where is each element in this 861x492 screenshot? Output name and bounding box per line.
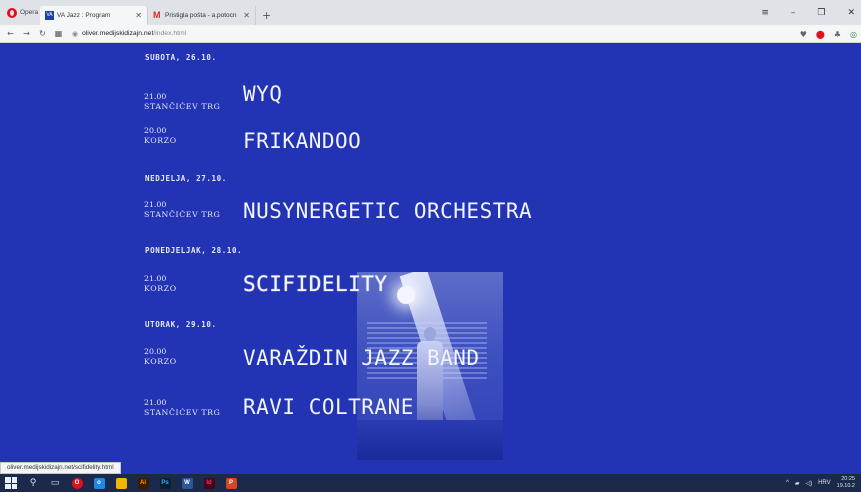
url-path: /index.html — [153, 30, 187, 37]
event-meta: 21.00 STANČIĆEV TRG — [144, 398, 220, 418]
day-header: NEDJELJA, 27.10. — [145, 174, 227, 183]
event-venue: KORZO — [144, 284, 177, 293]
event-venue: STANČIĆEV TRG — [144, 210, 221, 219]
status-link-preview: oliver.medijskidizajn.net/scifidelity.ht… — [0, 462, 121, 474]
adblock-icon[interactable]: ⬤ — [816, 30, 825, 39]
volume-icon[interactable]: ◁) — [805, 480, 812, 487]
day-header: UTORAK, 29.10. — [145, 320, 217, 329]
event-meta: 20.00 KORZO — [144, 347, 177, 367]
window-controls: ≡ – ❐ ✕ — [761, 0, 861, 25]
event-time: 21.00 — [144, 200, 167, 209]
extension-icon[interactable]: ♣ — [834, 30, 841, 39]
opera-label: Opera — [20, 9, 39, 16]
event-venue: STANČIĆEV TRG — [144, 102, 221, 111]
photoshop-icon[interactable]: Ps — [154, 474, 176, 492]
event-meta: 21.00 KORZO — [144, 274, 177, 294]
maximize-icon[interactable]: ❐ — [817, 8, 825, 18]
new-tab-button[interactable]: + — [256, 9, 277, 25]
minimize-icon[interactable]: – — [791, 8, 796, 18]
stage-light — [397, 286, 415, 304]
reload-icon[interactable]: ↻ — [37, 29, 48, 38]
event-time: 21.00 — [144, 398, 167, 407]
event-meta: 20.00 KORZO — [144, 126, 177, 146]
clock[interactable]: 20:25 19.10.2 — [837, 476, 855, 490]
illustrator-icon[interactable]: Ai — [132, 474, 154, 492]
forward-icon[interactable]: → — [21, 29, 32, 38]
opera-logo-icon — [7, 7, 17, 18]
event-time: 21.00 — [144, 92, 167, 101]
program-page: SUBOTA, 26.10. 21.00 STANČIĆEV TRG WYQ 2… — [0, 44, 861, 474]
va-jazz-favicon-icon: VA — [45, 11, 54, 20]
app-taskbar-icon[interactable]: o — [88, 474, 110, 492]
tab-va-jazz[interactable]: VA VA Jazz : Program ✕ — [40, 6, 148, 25]
performer-link[interactable]: NUSYNERGETIC ORCHESTRA — [243, 199, 532, 223]
event-time: 21.00 — [144, 274, 167, 283]
opera-menu-button[interactable]: Opera — [0, 0, 40, 25]
url-field[interactable]: ◉ oliver.medijskidizajn.net/index.html — [72, 30, 186, 38]
event-venue: STANČIĆEV TRG — [144, 408, 221, 417]
address-bar: ← → ↻ ▦ ◉ oliver.medijskidizajn.net/inde… — [0, 25, 861, 43]
tab-title: VA Jazz : Program — [57, 12, 111, 19]
browser-tab-bar: Opera VA VA Jazz : Program ✕ M Pristigla… — [0, 0, 861, 25]
heart-icon[interactable]: ♥ — [800, 30, 807, 39]
speed-dial-icon[interactable]: ▦ — [53, 29, 64, 38]
url-host: oliver.medijskidizajn.net — [81, 30, 154, 37]
clock-date: 19.10.2 — [836, 483, 855, 489]
site-info-icon[interactable]: ◉ — [72, 30, 78, 38]
system-tray: ^ ▰ ◁) HRV 20:25 19.10.2 — [786, 474, 855, 492]
back-icon[interactable]: ← — [5, 29, 16, 38]
day-header: PONEDJELJAK, 28.10. — [145, 246, 243, 255]
tab-gmail[interactable]: M Pristigla pošta - a.potocn ✕ — [148, 6, 256, 25]
tab-menu-icon[interactable]: ≡ — [761, 8, 769, 18]
word-icon[interactable]: W — [176, 474, 198, 492]
network-icon[interactable]: ▰ — [795, 480, 800, 487]
event-time: 20.00 — [144, 126, 167, 135]
performer-link[interactable]: FRIKANDOO — [243, 129, 361, 153]
indesign-icon[interactable]: Id — [198, 474, 220, 492]
day-header: SUBOTA, 26.10. — [145, 53, 217, 62]
tab-title: Pristigla pošta - a.potocn — [165, 12, 237, 19]
stage-floor — [357, 420, 503, 460]
powerpoint-icon[interactable]: P — [220, 474, 242, 492]
performer-link[interactable]: VARAŽDIN JAZZ BAND — [243, 346, 480, 370]
opera-taskbar-icon[interactable]: O — [66, 474, 88, 492]
address-bar-actions: ♥ ⬤ ♣ ◎ — [800, 25, 857, 43]
event-venue: KORZO — [144, 136, 177, 145]
start-button[interactable] — [0, 474, 22, 492]
event-time: 20.00 — [144, 347, 167, 356]
event-meta: 21.00 STANČIĆEV TRG — [144, 92, 220, 112]
event-meta: 21.00 STANČIĆEV TRG — [144, 200, 220, 220]
close-window-icon[interactable]: ✕ — [847, 8, 855, 18]
musician-head — [424, 327, 436, 341]
close-tab-icon[interactable]: ✕ — [243, 11, 250, 20]
performer-link[interactable]: SCIFIDELITY — [243, 272, 388, 296]
tray-chevron-icon[interactable]: ^ — [786, 480, 789, 486]
taskbar: ⚲ ▭ O o Ai Ps W Id P ^ ▰ ◁) HRV 20:25 19… — [0, 474, 861, 492]
clock-time: 20:25 — [841, 476, 855, 482]
performer-link[interactable]: RAVI COLTRANE — [243, 395, 414, 419]
vpn-icon[interactable]: ◎ — [850, 30, 857, 39]
file-explorer-icon[interactable] — [110, 474, 132, 492]
performer-link[interactable]: WYQ — [243, 82, 282, 106]
task-view-icon[interactable]: ▭ — [44, 474, 66, 492]
windows-icon — [5, 477, 17, 489]
language-indicator[interactable]: HRV — [818, 480, 831, 486]
close-tab-icon[interactable]: ✕ — [135, 11, 142, 20]
gmail-favicon-icon: M — [153, 10, 161, 20]
search-icon[interactable]: ⚲ — [22, 474, 44, 492]
event-venue: KORZO — [144, 357, 177, 366]
